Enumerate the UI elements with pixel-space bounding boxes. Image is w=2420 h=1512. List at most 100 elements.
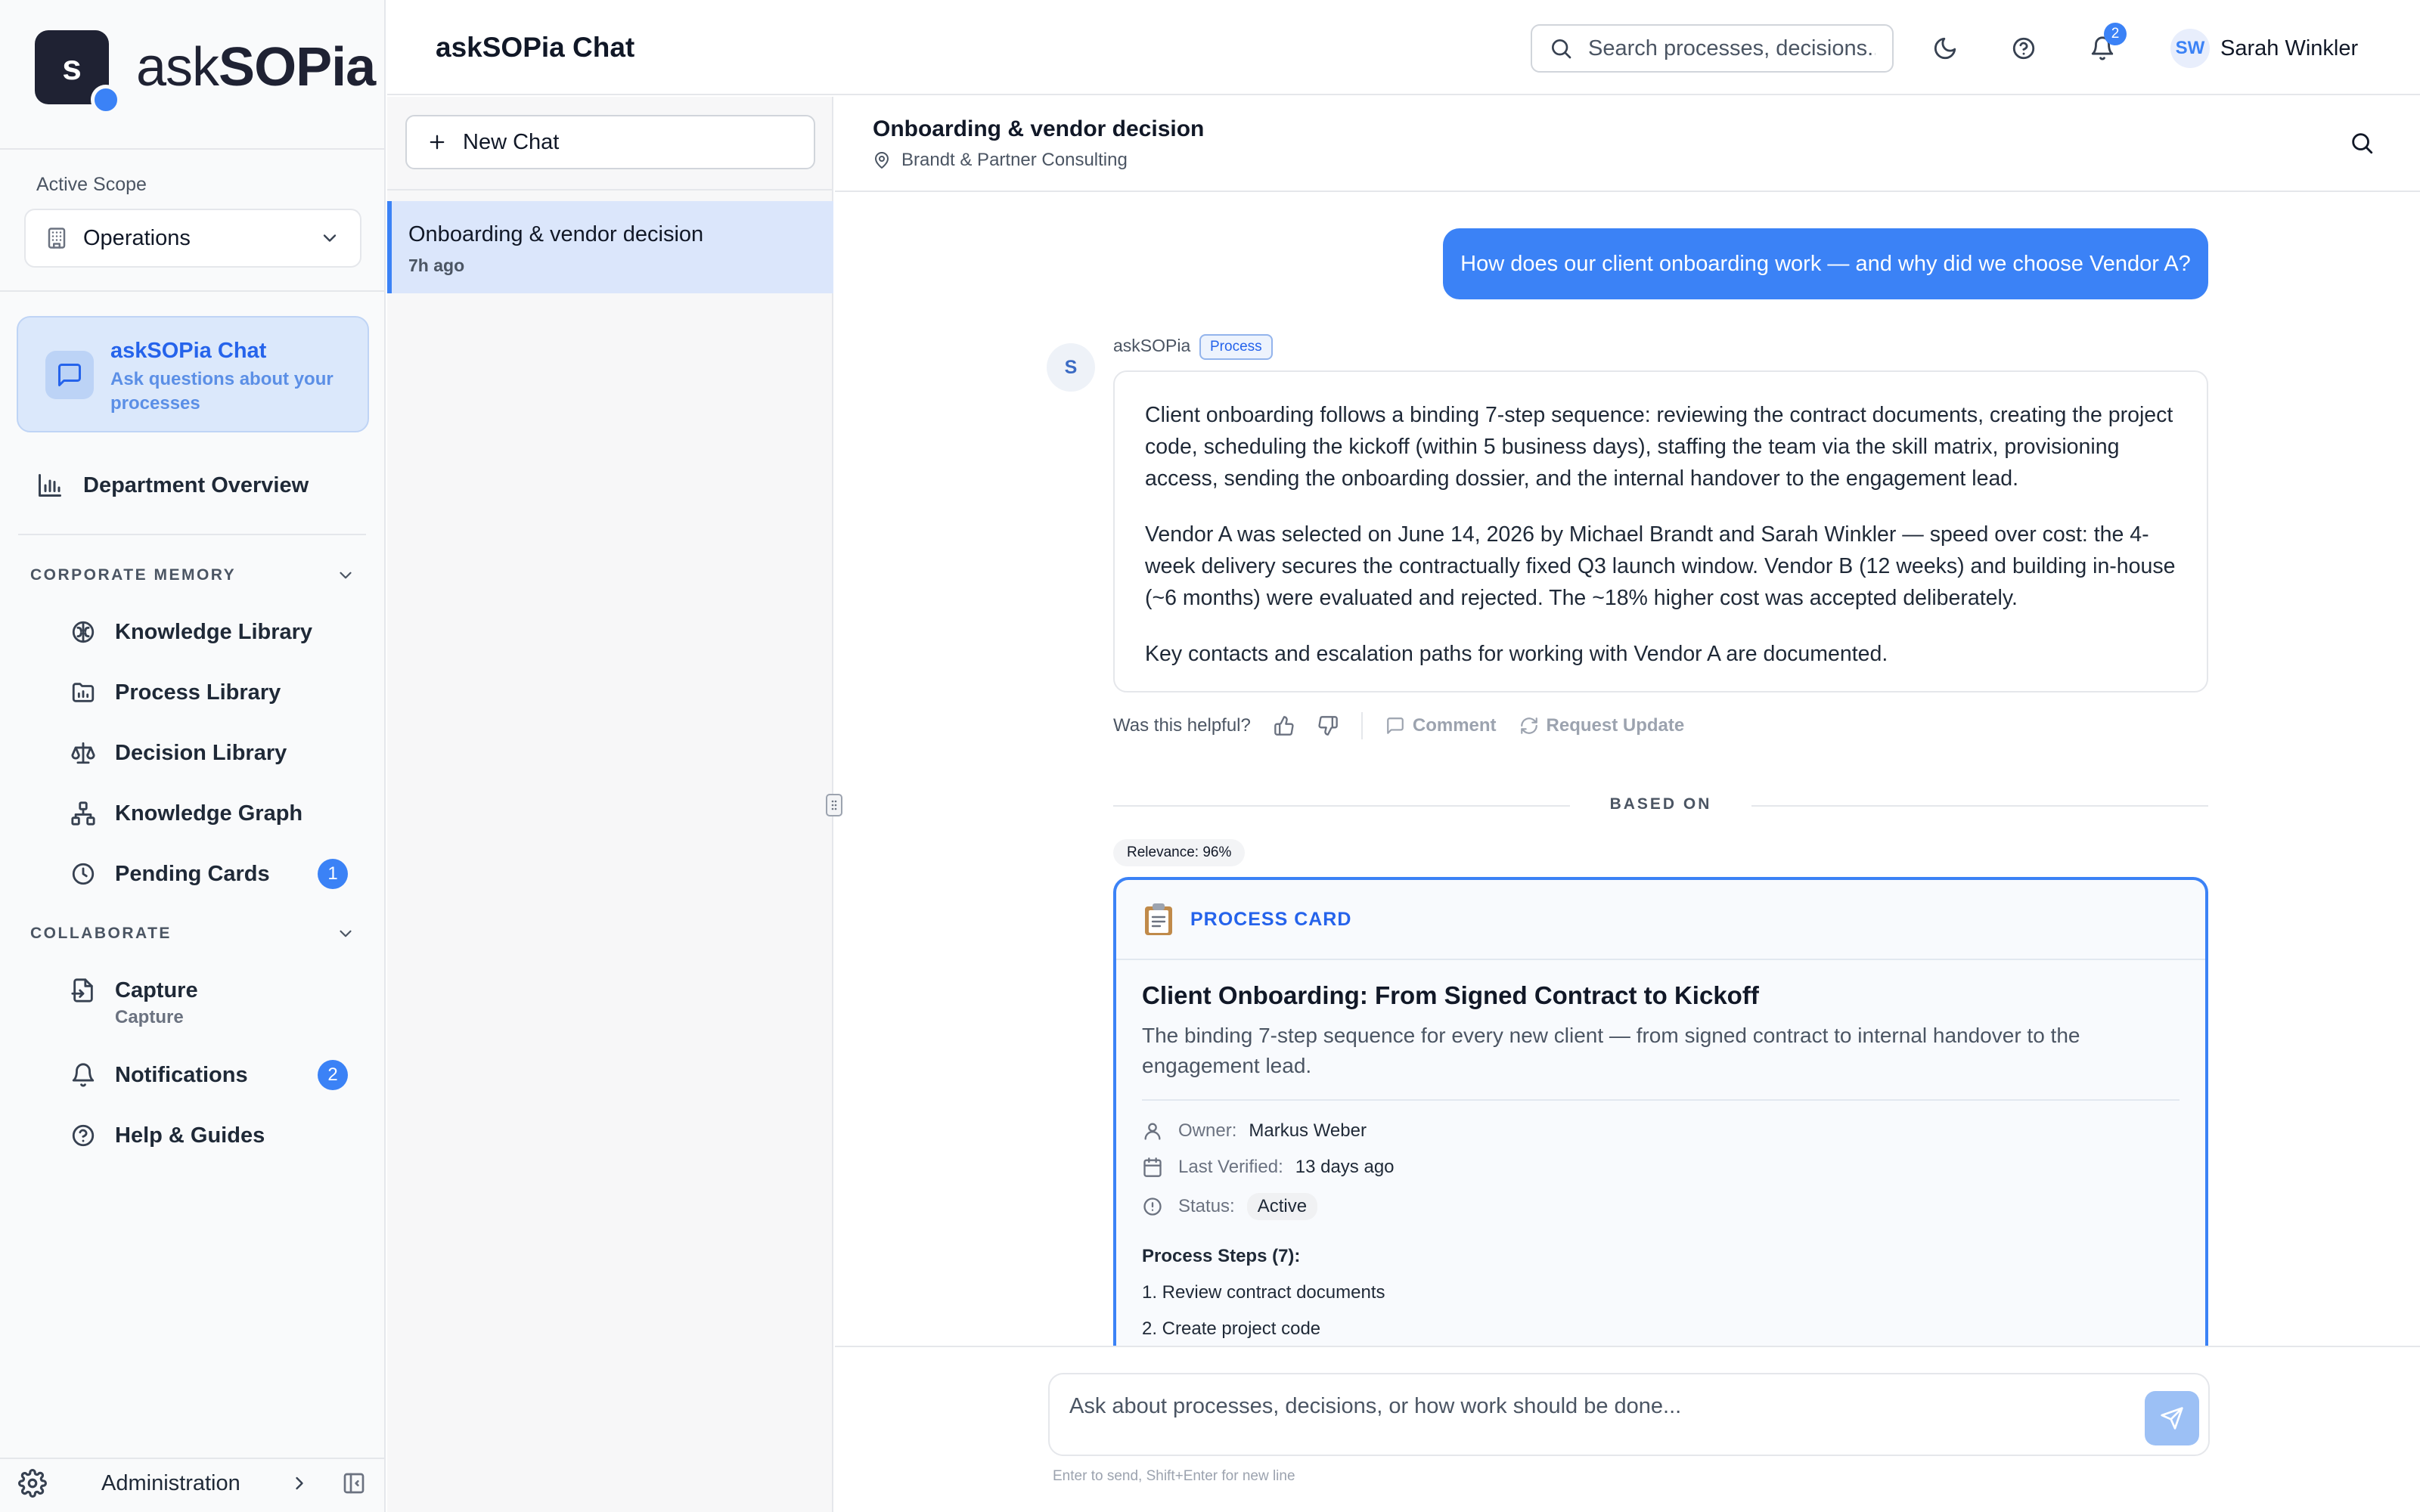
new-chat-label: New Chat: [463, 129, 560, 154]
answer-paragraph: Key contacts and escalation paths for wo…: [1145, 642, 1888, 666]
comment-button[interactable]: Comment: [1385, 715, 1497, 736]
section-heading: CORPORATE MEMORY: [30, 566, 237, 584]
file-import-icon: [68, 975, 98, 1005]
nav-label: Process Library: [115, 680, 281, 705]
bot-answer: Client onboarding follows a binding 7-st…: [1113, 370, 2208, 692]
map-pin-icon: [873, 151, 891, 169]
brand-name-prefix: ask: [136, 37, 219, 98]
thumbs-down-icon[interactable]: [1317, 715, 1339, 736]
process-card[interactable]: PROCESS CARD Client Onboarding: From Sig…: [1113, 877, 2208, 1346]
scope-value: Operations: [83, 225, 191, 250]
new-chat-button[interactable]: New Chat: [405, 115, 815, 169]
theme-toggle-moon-icon[interactable]: [1927, 30, 1963, 67]
card-owner: Owner: Markus Weber: [1142, 1120, 1367, 1142]
card-description: The binding 7-step sequence for every ne…: [1142, 1024, 2080, 1077]
message-type-badge: Process: [1199, 334, 1273, 360]
conversation-org: Brandt & Partner Consulting: [873, 150, 1128, 171]
nav-label: Help & Guides: [115, 1123, 265, 1148]
network-icon: [68, 798, 98, 829]
nav-label: Department Overview: [83, 472, 309, 497]
clock-icon: [68, 859, 98, 889]
send-button[interactable]: [2145, 1391, 2199, 1445]
brand-name: askSOPia: [136, 36, 376, 98]
chat-item-title: Onboarding & vendor decision: [408, 222, 704, 246]
thumbs-up-icon[interactable]: [1274, 715, 1295, 736]
chat-item-time: 7h ago: [408, 256, 465, 275]
search-placeholder: Search processes, decisions...: [1588, 36, 1876, 60]
administration-row[interactable]: Administration: [0, 1459, 384, 1507]
nav-pending-cards[interactable]: Pending Cards 1: [68, 859, 384, 889]
message-input[interactable]: Ask about processes, decisions, or how w…: [1048, 1373, 2210, 1456]
nav-process-library[interactable]: Process Library: [68, 677, 384, 708]
request-update-label: Request Update: [1546, 715, 1685, 736]
chevron-right-icon: [289, 1473, 310, 1494]
panel-resize-handle[interactable]: [826, 794, 842, 816]
nav-ask-sopia-chat[interactable]: askSOPia Chat Ask questions about your p…: [17, 316, 369, 432]
status-label: Status:: [1178, 1196, 1235, 1216]
relevance-badge: Relevance: 96%: [1113, 839, 1246, 866]
chevron-down-icon: [336, 565, 355, 585]
conversation-search-icon[interactable]: [2349, 130, 2375, 156]
user-message: How does our client onboarding work — an…: [1443, 228, 2208, 299]
based-on-heading: BASED ON: [1609, 795, 1712, 813]
divider: [1142, 1099, 2180, 1101]
brand-name-suffix: SOPia: [219, 37, 376, 98]
divider: [1360, 712, 1363, 739]
nav-label: Capture: [115, 978, 198, 1002]
message-placeholder: Ask about processes, decisions, or how w…: [1069, 1394, 1682, 1418]
calendar-icon: [1142, 1157, 1163, 1178]
nav-department-overview[interactable]: Department Overview: [35, 470, 368, 500]
page-title: askSOPia Chat: [436, 32, 635, 63]
nav-knowledge-library[interactable]: Knowledge Library: [68, 617, 384, 647]
divider: [18, 534, 366, 535]
help-icon[interactable]: [2006, 30, 2042, 67]
owner-value: Markus Weber: [1249, 1120, 1367, 1141]
comment-icon: [1385, 716, 1405, 736]
org-name: Brandt & Partner Consulting: [901, 150, 1128, 170]
nav-active-title: askSOPia Chat: [110, 339, 267, 363]
logo-mark: s: [35, 30, 121, 115]
divider: [1751, 805, 2208, 807]
capture-sublabel: Capture: [115, 1007, 184, 1027]
divider: [387, 189, 833, 191]
nav-label: Pending Cards: [115, 861, 270, 886]
collapse-sidebar-icon[interactable]: [342, 1471, 366, 1495]
scope-select[interactable]: Operations: [24, 209, 361, 268]
card-title: Client Onboarding: From Signed Contract …: [1142, 981, 1759, 1009]
answer-paragraph: Vendor A was selected on June 14, 2026 b…: [1145, 522, 2176, 610]
plus-icon: [427, 132, 448, 153]
conversation-header: Onboarding & vendor decision Brandt & Pa…: [835, 97, 2420, 192]
comment-label: Comment: [1412, 715, 1497, 736]
bell-icon: [68, 1060, 98, 1090]
card-last-verified: Last Verified: 13 days ago: [1142, 1157, 1395, 1178]
clipboard-icon: [1142, 902, 1175, 937]
conversation-title: Onboarding & vendor decision: [873, 116, 1205, 141]
process-card-header: PROCESS CARD: [1116, 880, 2205, 960]
chat-list-item[interactable]: Onboarding & vendor decision 7h ago: [387, 201, 833, 293]
nav-decision-library[interactable]: Decision Library: [68, 738, 384, 768]
answer-paragraph: Client onboarding follows a binding 7-st…: [1145, 403, 2173, 491]
nav-notifications[interactable]: Notifications 2: [68, 1060, 384, 1090]
notifications-bell-icon[interactable]: 2: [2084, 23, 2127, 67]
global-search-input[interactable]: Search processes, decisions...: [1531, 24, 1894, 73]
process-step: 2. Create project code: [1142, 1318, 1321, 1339]
nav-label: Knowledge Library: [115, 619, 313, 644]
section-collaborate[interactable]: COLLABORATE: [30, 924, 355, 943]
refresh-icon: [1519, 716, 1539, 736]
alert-circle-icon: [1142, 1196, 1163, 1217]
nav-knowledge-graph[interactable]: Knowledge Graph: [68, 798, 384, 829]
top-header: askSOPia Chat Search processes, decision…: [387, 0, 2420, 95]
section-corporate-memory[interactable]: CORPORATE MEMORY: [30, 565, 355, 585]
nav-capture[interactable]: Capture: [68, 975, 384, 1005]
owner-label: Owner:: [1178, 1120, 1237, 1141]
brand-logo[interactable]: s askSOPia: [35, 26, 376, 115]
nav-label: Decision Library: [115, 740, 287, 765]
user-name: Sarah Winkler: [2220, 36, 2359, 60]
divider: [1113, 805, 1570, 807]
nav-help-guides[interactable]: Help & Guides: [68, 1120, 384, 1151]
user-menu[interactable]: SW Sarah Winkler: [2170, 29, 2358, 68]
composer-area: Ask about processes, decisions, or how w…: [835, 1346, 2420, 1512]
nav-label: Knowledge Graph: [115, 801, 303, 826]
process-step: 1. Review contract documents: [1142, 1282, 1385, 1303]
request-update-button[interactable]: Request Update: [1519, 715, 1685, 736]
